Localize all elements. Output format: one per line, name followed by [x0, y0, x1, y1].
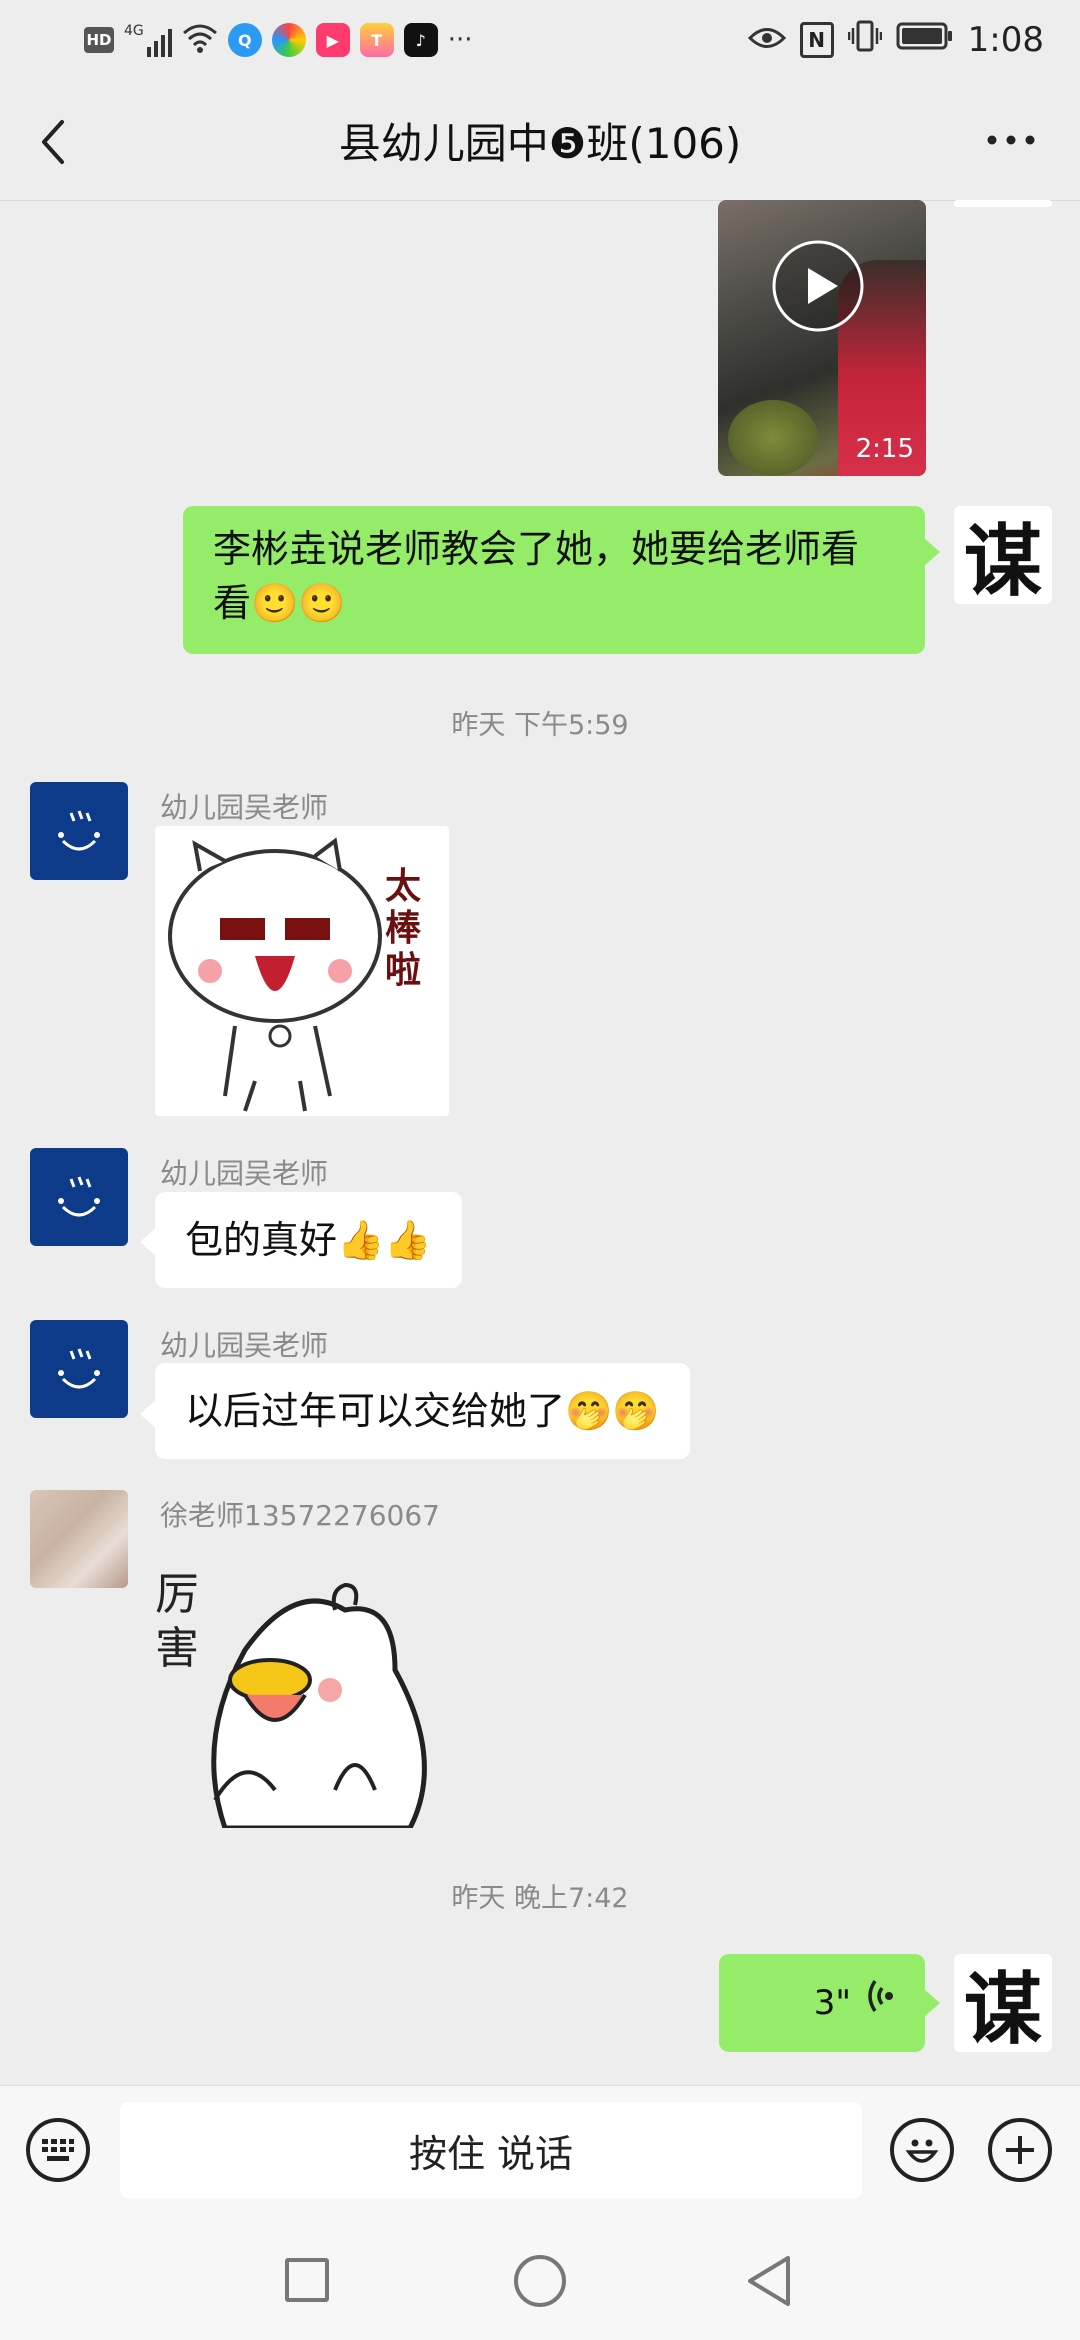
my-avatar[interactable]: 谋 — [954, 506, 1052, 604]
voice-message[interactable]: 3" — [719, 1954, 925, 2052]
bubble-tail — [924, 1989, 940, 2017]
timestamp: 昨天 下午5:59 — [451, 710, 629, 741]
bubble-tail — [140, 1400, 156, 1428]
signal-icon: 4G — [124, 23, 172, 57]
sticker-text: 厉害 — [155, 1569, 199, 1674]
app-icon-2 — [271, 23, 306, 57]
my-avatar[interactable]: 谋 — [954, 1954, 1052, 2052]
play-icon[interactable] — [772, 240, 864, 332]
my-avatar-char: 谋 — [963, 1964, 1042, 2052]
keyboard-icon[interactable] — [26, 2118, 90, 2182]
bubble-tail — [140, 1228, 156, 1256]
app-icon-1: Q — [227, 23, 262, 57]
teacher-wu-avatar[interactable] — [30, 1148, 128, 1246]
sender-name: 徐老师13572276067 — [160, 1499, 440, 1532]
vibrate-icon — [847, 20, 882, 61]
my-avatar-char: 谋 — [963, 516, 1042, 604]
app-icon-3: ▶ — [315, 23, 350, 57]
home-icon[interactable] — [514, 2255, 566, 2307]
chat-title: 县幼儿园中❺班(106) — [338, 119, 742, 168]
sticker-great-job[interactable]: 太棒啦 — [155, 826, 449, 1116]
battery-icon — [896, 20, 954, 60]
back-nav-icon[interactable] — [744, 2254, 794, 2308]
more-icon[interactable] — [986, 128, 1036, 152]
video-duration: 2:15 — [855, 434, 914, 464]
my-avatar-partial[interactable] — [954, 200, 1052, 207]
voice-wave-icon — [865, 1976, 895, 2030]
network-4g-label: 4G — [124, 23, 144, 39]
recents-icon[interactable] — [285, 2258, 329, 2302]
sender-name: 幼儿园吴老师 — [160, 791, 329, 824]
sticker-text: 太棒啦 — [385, 866, 422, 991]
app-icon-4: T — [359, 23, 394, 57]
sender-name: 幼儿园吴老师 — [160, 1157, 329, 1190]
nfc-icon: N — [799, 22, 834, 58]
timestamp: 昨天 晚上7:42 — [451, 1883, 629, 1914]
message-bubble[interactable]: 包的真好👍👍 — [155, 1192, 462, 1288]
voice-duration: 3" — [813, 1983, 851, 2023]
eye-icon — [747, 20, 786, 60]
video-message[interactable]: 2:15 — [718, 200, 926, 476]
status-right-icons: N 1:08 — [747, 14, 1044, 66]
status-time: 1:08 — [967, 20, 1044, 60]
teacher-wu-avatar[interactable] — [30, 782, 128, 880]
message-bubble-mine[interactable]: 李彬垚说老师教会了她，她要给老师看看🙂🙂 — [183, 506, 925, 654]
tiktok-icon: ♪ — [403, 23, 438, 57]
hd-icon: HD — [84, 27, 114, 53]
hold-to-talk-button[interactable]: 按住 说话 — [120, 2102, 862, 2198]
teacher-xu-avatar[interactable] — [30, 1490, 128, 1588]
emoji-icon[interactable] — [890, 2118, 954, 2182]
sticker-awesome[interactable]: 厉害 — [155, 1560, 455, 1831]
teacher-wu-avatar[interactable] — [30, 1320, 128, 1418]
plus-icon[interactable] — [988, 2118, 1052, 2182]
status-left-icons: HD 4G Q ▶ T ♪ ··· — [84, 18, 473, 62]
sender-name: 幼儿园吴老师 — [160, 1329, 329, 1362]
video-thumbnail-bowl — [728, 400, 818, 476]
message-bubble[interactable]: 以后过年可以交给她了🤭🤭 — [155, 1363, 690, 1459]
bubble-tail — [924, 538, 940, 566]
status-more: ··· — [447, 25, 473, 55]
wifi-icon — [182, 23, 218, 57]
